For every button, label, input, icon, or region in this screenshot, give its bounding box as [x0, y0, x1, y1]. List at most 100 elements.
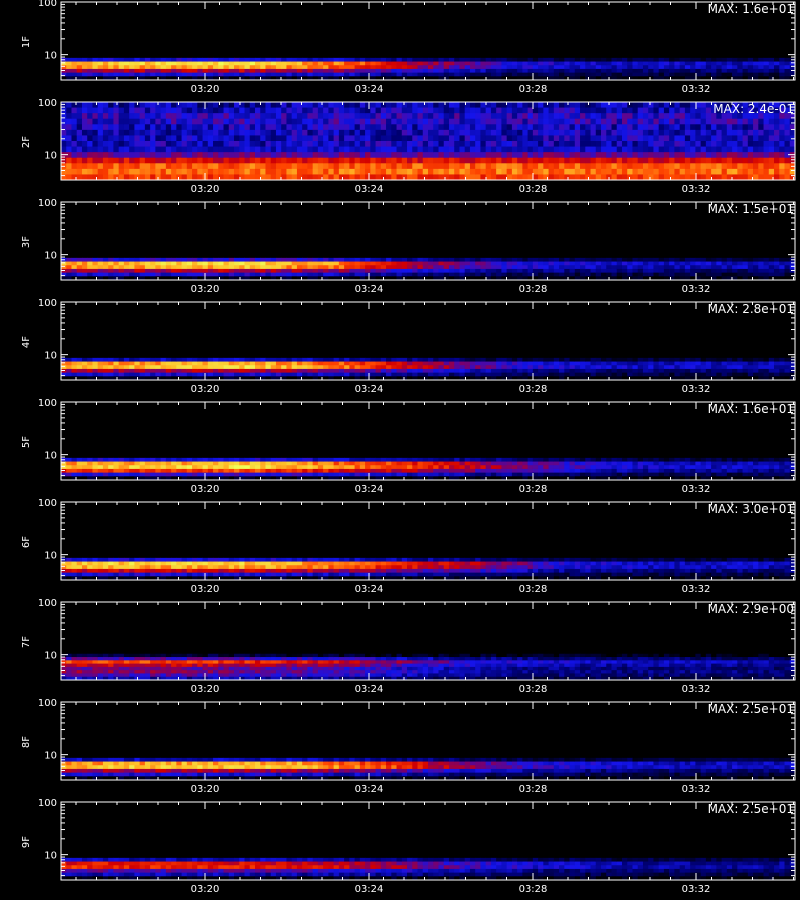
heatmap-cell	[684, 357, 691, 362]
heatmap-cell	[155, 152, 162, 159]
heatmap-cell	[564, 107, 570, 114]
heatmap-cell	[538, 72, 544, 77]
heatmap-cell	[76, 124, 83, 131]
heatmap-cell	[87, 257, 93, 262]
heatmap-cell	[590, 257, 597, 262]
heatmap-cell	[485, 163, 492, 170]
heatmap-cell	[244, 357, 251, 362]
heatmap-cell	[506, 118, 513, 125]
heatmap-cell	[695, 361, 702, 366]
heatmap-cell	[705, 361, 712, 366]
heatmap-cell	[522, 65, 529, 70]
heatmap-cell	[480, 365, 487, 370]
heatmap-cell	[139, 163, 146, 170]
heatmap-cell	[732, 361, 738, 366]
heatmap-cell	[501, 72, 508, 77]
heatmap-cell	[527, 107, 534, 114]
heatmap-cell	[732, 65, 738, 70]
heatmap-cell	[454, 65, 460, 70]
heatmap-cell	[601, 72, 607, 77]
heatmap-cell	[428, 135, 434, 142]
heatmap-cell	[218, 163, 224, 170]
heatmap-cell	[150, 61, 156, 66]
heatmap-cell	[590, 372, 597, 377]
heatmap-cell	[312, 107, 319, 114]
heatmap-cell	[171, 65, 177, 70]
heatmap-cell	[548, 163, 555, 170]
heatmap-cell	[407, 65, 413, 70]
heatmap-cell	[585, 168, 591, 175]
heatmap-cell	[464, 168, 471, 175]
heatmap-cell	[139, 265, 146, 270]
heatmap-cell	[118, 129, 125, 136]
heatmap-cell	[244, 368, 251, 374]
heatmap-cell	[564, 118, 570, 125]
heatmap-cell	[737, 257, 743, 262]
heatmap-cell	[244, 141, 251, 147]
heatmap-cell	[433, 257, 439, 262]
heatmap-cell	[422, 102, 429, 108]
heatmap-cell	[433, 57, 439, 62]
heatmap-cell	[711, 163, 717, 170]
heatmap-cell	[275, 129, 282, 136]
heatmap-cell	[396, 146, 403, 153]
heatmap-cell	[81, 465, 88, 470]
heatmap-cell	[763, 365, 770, 370]
heatmap-cell	[648, 372, 654, 377]
heatmap-cell	[564, 257, 570, 262]
heatmap-cell	[76, 163, 83, 170]
heatmap-cell	[621, 257, 628, 262]
heatmap-cell	[779, 365, 785, 370]
heatmap-cell	[165, 141, 172, 147]
heatmap-cell	[585, 129, 591, 136]
heatmap-cell	[522, 157, 529, 164]
heatmap-cell	[181, 257, 188, 262]
heatmap-cell	[763, 124, 770, 131]
heatmap-cell	[726, 124, 733, 131]
heatmap-cell	[485, 157, 492, 164]
heatmap-cell	[192, 261, 198, 266]
heatmap-cell	[396, 268, 403, 274]
heatmap-cell	[590, 368, 597, 374]
heatmap-cell	[349, 152, 355, 159]
heatmap-cell	[76, 118, 83, 125]
heatmap-cell	[160, 72, 167, 77]
heatmap-cell	[742, 68, 749, 74]
heatmap-cell	[165, 61, 172, 66]
heatmap-cell	[317, 365, 324, 370]
heatmap-cell	[260, 265, 266, 270]
heatmap-cell	[585, 118, 591, 125]
heatmap-cell	[61, 61, 67, 66]
heatmap-cell	[113, 163, 120, 170]
heatmap-cell	[265, 102, 272, 108]
heatmap-cell	[606, 124, 612, 131]
heatmap-cell	[428, 265, 434, 270]
heatmap-cell	[165, 357, 172, 362]
heatmap-cell	[197, 265, 203, 270]
heatmap-cell	[317, 113, 324, 120]
heatmap-cell	[559, 261, 565, 266]
x-tick-label: 03:24	[355, 84, 384, 95]
heatmap-cell	[779, 152, 785, 159]
heatmap-cell	[590, 107, 597, 114]
heatmap-cell	[218, 129, 224, 136]
heatmap-cell	[648, 368, 654, 374]
heatmap-cell	[642, 268, 649, 274]
heatmap-cell	[129, 265, 135, 270]
heatmap-cell	[123, 272, 130, 277]
heatmap-cell	[553, 65, 560, 70]
heatmap-cell	[663, 265, 670, 270]
heatmap-cell	[296, 357, 303, 362]
heatmap-cell	[438, 102, 445, 108]
heatmap-cell	[270, 265, 277, 270]
heatmap-cell	[574, 141, 581, 147]
heatmap-cell	[506, 61, 513, 66]
heatmap-cell	[663, 135, 670, 142]
heatmap-cell	[553, 168, 560, 175]
heatmap-cell	[490, 357, 497, 362]
heatmap-cell	[92, 141, 99, 147]
heatmap-cell	[417, 102, 424, 108]
heatmap-cell	[270, 261, 277, 266]
heatmap-cell	[632, 163, 639, 170]
heatmap-cell	[176, 118, 182, 125]
